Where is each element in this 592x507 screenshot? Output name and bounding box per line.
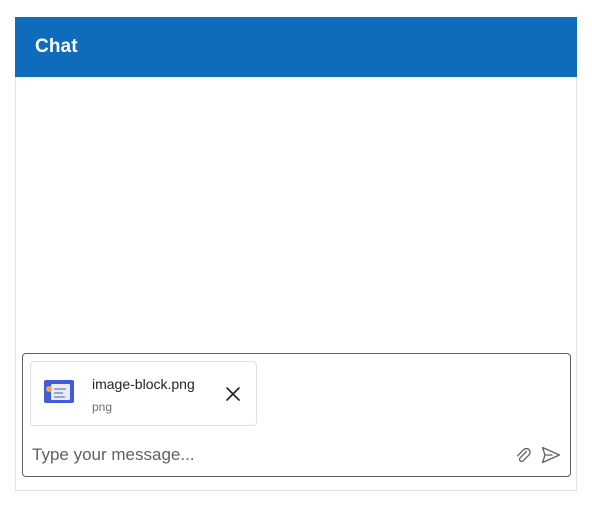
chat-title: Chat [35,36,78,57]
remove-attachment-button[interactable] [221,382,245,406]
send-button[interactable] [539,443,563,467]
attachment-card[interactable]: image-block.png png [30,361,257,426]
attachment-file-type: png [92,400,113,414]
attachment-file-name: image-block.png [92,376,195,392]
message-composer: image-block.png png [22,353,571,477]
message-list [16,77,576,352]
chat-header: Chat [15,17,577,77]
message-input[interactable] [32,443,502,467]
paperclip-icon [516,447,531,463]
send-icon [541,446,561,464]
image-thumbnail-icon [44,380,74,403]
close-icon [226,387,240,401]
chat-window: Chat image-block.png png [15,17,577,491]
attach-file-button[interactable] [513,444,533,466]
